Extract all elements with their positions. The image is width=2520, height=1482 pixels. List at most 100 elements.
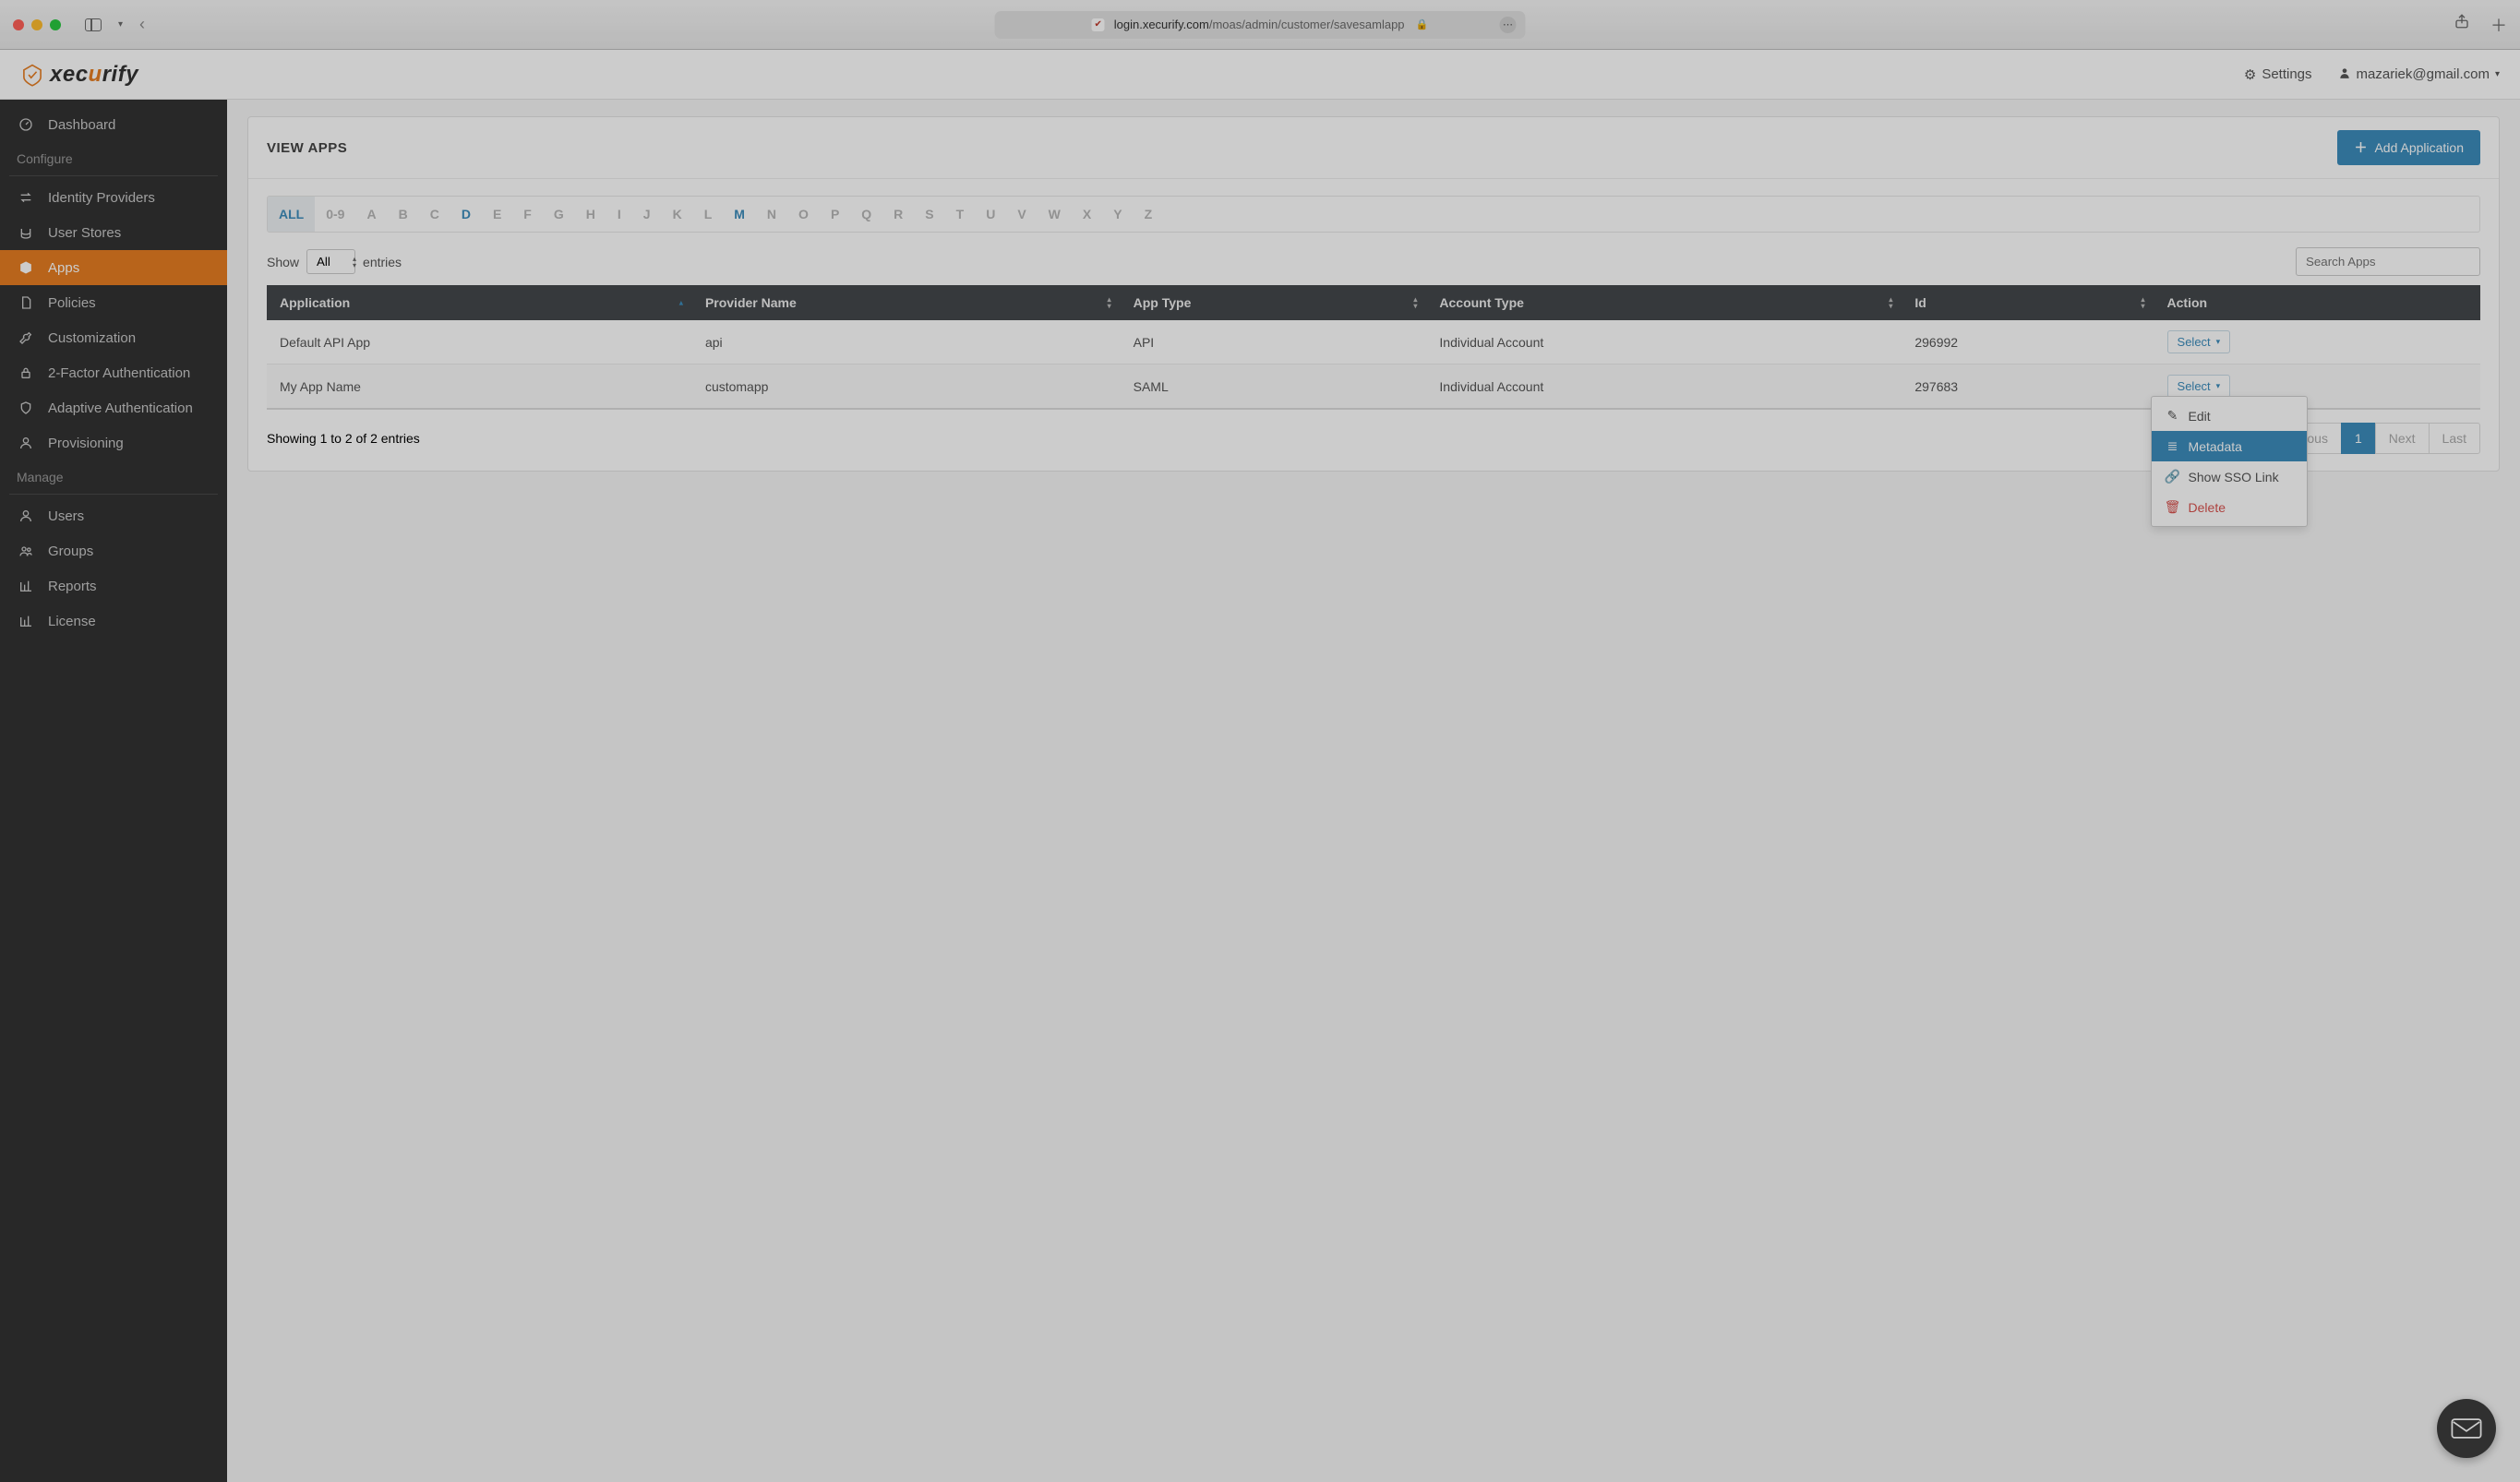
- col-id[interactable]: Id▴▾: [1902, 285, 2154, 320]
- sidebar-item-label: Reports: [48, 580, 97, 593]
- user-icon: [17, 508, 35, 523]
- col-account-type[interactable]: Account Type▴▾: [1426, 285, 1902, 320]
- user-menu[interactable]: mazariek@gmail.com ▾: [2338, 66, 2500, 83]
- plus-icon: ＋: [2354, 138, 2367, 157]
- shield-icon: ✔: [1092, 18, 1105, 31]
- alpha-filter-w: W: [1038, 197, 1072, 232]
- fullscreen-window-icon[interactable]: [50, 19, 61, 30]
- select-action-button[interactable]: Select ▾: [2167, 375, 2231, 398]
- col-provider-name[interactable]: Provider Name▴▾: [692, 285, 1121, 320]
- alpha-filter-all[interactable]: ALL: [268, 197, 315, 232]
- sort-icon: ▴▾: [1413, 296, 1417, 309]
- caret-down-icon: ▾: [2216, 337, 2221, 347]
- sidebar-item-user-stores[interactable]: User Stores: [0, 215, 227, 250]
- dropdown-item-delete[interactable]: 🗑 Delete: [2152, 492, 2307, 522]
- alpha-filter-y: Y: [1102, 197, 1133, 232]
- alpha-filter-c: C: [419, 197, 450, 232]
- divider: [9, 494, 218, 495]
- alpha-filter-m[interactable]: M: [723, 197, 756, 232]
- sidebar-item-identity-providers[interactable]: Identity Providers: [0, 180, 227, 215]
- table-controls: Show All ▴▾ entries: [267, 247, 2480, 276]
- shield-icon: [17, 400, 35, 415]
- sidebar-item-policies[interactable]: Policies: [0, 285, 227, 320]
- mail-fab[interactable]: [2437, 1399, 2496, 1458]
- users-icon: [17, 544, 35, 558]
- settings-label: Settings: [2262, 66, 2311, 82]
- back-arrow-icon[interactable]: ‹: [139, 15, 145, 34]
- alpha-filter-q: Q: [850, 197, 882, 232]
- minimize-window-icon[interactable]: [31, 19, 42, 30]
- app-header: xecurify ⚙ Settings mazariek@gmail.com ▾: [0, 50, 2520, 100]
- select-action-button[interactable]: Select ▾: [2167, 330, 2231, 353]
- list-icon: ≣: [2166, 438, 2179, 454]
- sidebar-item-customization[interactable]: Customization: [0, 320, 227, 355]
- alpha-filter-n: N: [756, 197, 787, 232]
- sidebar-toggle-icon[interactable]: [85, 18, 102, 31]
- alpha-filter-z: Z: [1134, 197, 1164, 232]
- traffic-lights: [13, 19, 61, 30]
- brand: xecurify: [20, 62, 138, 88]
- apps-table: Application▴ Provider Name▴▾ App Type▴▾ …: [267, 285, 2480, 410]
- alpha-filter-d[interactable]: D: [450, 197, 482, 232]
- dropdown-item-edit[interactable]: ✎ Edit: [2152, 400, 2307, 431]
- close-window-icon[interactable]: [13, 19, 24, 30]
- dropdown-item-metadata[interactable]: ≣ Metadata: [2152, 431, 2307, 461]
- window-chrome: ▾ ‹ ✔ login.xecurify.com/moas/admin/cust…: [0, 0, 2520, 50]
- sort-icon: ▴▾: [2142, 296, 2145, 309]
- sidebar-item-reports[interactable]: Reports: [0, 568, 227, 604]
- cell-id: 297683: [1902, 365, 2154, 410]
- page-last[interactable]: Last: [2429, 423, 2480, 454]
- user-icon: [17, 436, 35, 450]
- share-icon[interactable]: [2454, 13, 2470, 37]
- page-next[interactable]: Next: [2375, 423, 2430, 454]
- alpha-filter-j: J: [632, 197, 662, 232]
- col-application[interactable]: Application▴: [267, 285, 692, 320]
- search-input[interactable]: [2296, 247, 2480, 276]
- sidebar-item-2fa[interactable]: 2-Factor Authentication: [0, 355, 227, 390]
- col-app-type[interactable]: App Type▴▾: [1121, 285, 1427, 320]
- alpha-filter-e: E: [482, 197, 512, 232]
- cell-action: Select ▾: [2154, 320, 2480, 365]
- sidebar-item-label: Apps: [48, 261, 79, 275]
- more-icon[interactable]: ⋯: [1500, 17, 1517, 33]
- link-icon: 🔗: [2166, 469, 2179, 484]
- lock-icon: [17, 365, 35, 380]
- sidebar-item-groups[interactable]: Groups: [0, 533, 227, 568]
- alpha-filter-b: B: [388, 197, 419, 232]
- new-tab-icon[interactable]: ＋: [2490, 13, 2507, 37]
- sidebar-item-label: Dashboard: [48, 118, 115, 132]
- table-row: Default API App api API Individual Accou…: [267, 320, 2480, 365]
- add-application-button[interactable]: ＋ Add Application: [2337, 130, 2480, 165]
- updown-icon: ▴▾: [353, 256, 356, 269]
- alpha-filter-u: U: [975, 197, 1006, 232]
- sidebar-item-label: 2-Factor Authentication: [48, 366, 190, 380]
- sidebar-item-dashboard[interactable]: Dashboard: [0, 107, 227, 142]
- alpha-filter-p: P: [820, 197, 850, 232]
- alpha-filter-a: A: [355, 197, 387, 232]
- alpha-filter-v: V: [1006, 197, 1037, 232]
- caret-down-icon: ▾: [2216, 381, 2221, 391]
- settings-link[interactable]: ⚙ Settings: [2244, 66, 2312, 83]
- cell-account-type: Individual Account: [1426, 365, 1902, 410]
- lock-icon: 🔒: [1416, 18, 1429, 30]
- show-entries-select[interactable]: All: [306, 249, 355, 274]
- dropdown-item-show-sso-link[interactable]: 🔗 Show SSO Link: [2152, 461, 2307, 492]
- chart-icon: [17, 579, 35, 593]
- sidebar-section-manage: Manage: [0, 460, 227, 490]
- cell-provider: customapp: [692, 365, 1121, 410]
- url-bar[interactable]: ✔ login.xecurify.com/moas/admin/customer…: [995, 11, 1526, 39]
- sidebar-item-label: License: [48, 615, 96, 628]
- alpha-filter-k: K: [662, 197, 693, 232]
- sidebar-item-apps[interactable]: Apps: [0, 250, 227, 285]
- sidebar-item-users[interactable]: Users: [0, 498, 227, 533]
- alpha-filter-l: L: [693, 197, 724, 232]
- sidebar-item-license[interactable]: License: [0, 604, 227, 639]
- page-number[interactable]: 1: [2341, 423, 2376, 454]
- cell-app-type: API: [1121, 320, 1427, 365]
- sidebar: Dashboard Configure Identity Providers U…: [0, 100, 227, 1482]
- sidebar-item-adaptive-auth[interactable]: Adaptive Authentication: [0, 390, 227, 425]
- chevron-down-icon[interactable]: ▾: [118, 19, 123, 30]
- sidebar-item-provisioning[interactable]: Provisioning: [0, 425, 227, 460]
- cell-provider: api: [692, 320, 1121, 365]
- sidebar-item-label: Adaptive Authentication: [48, 401, 193, 415]
